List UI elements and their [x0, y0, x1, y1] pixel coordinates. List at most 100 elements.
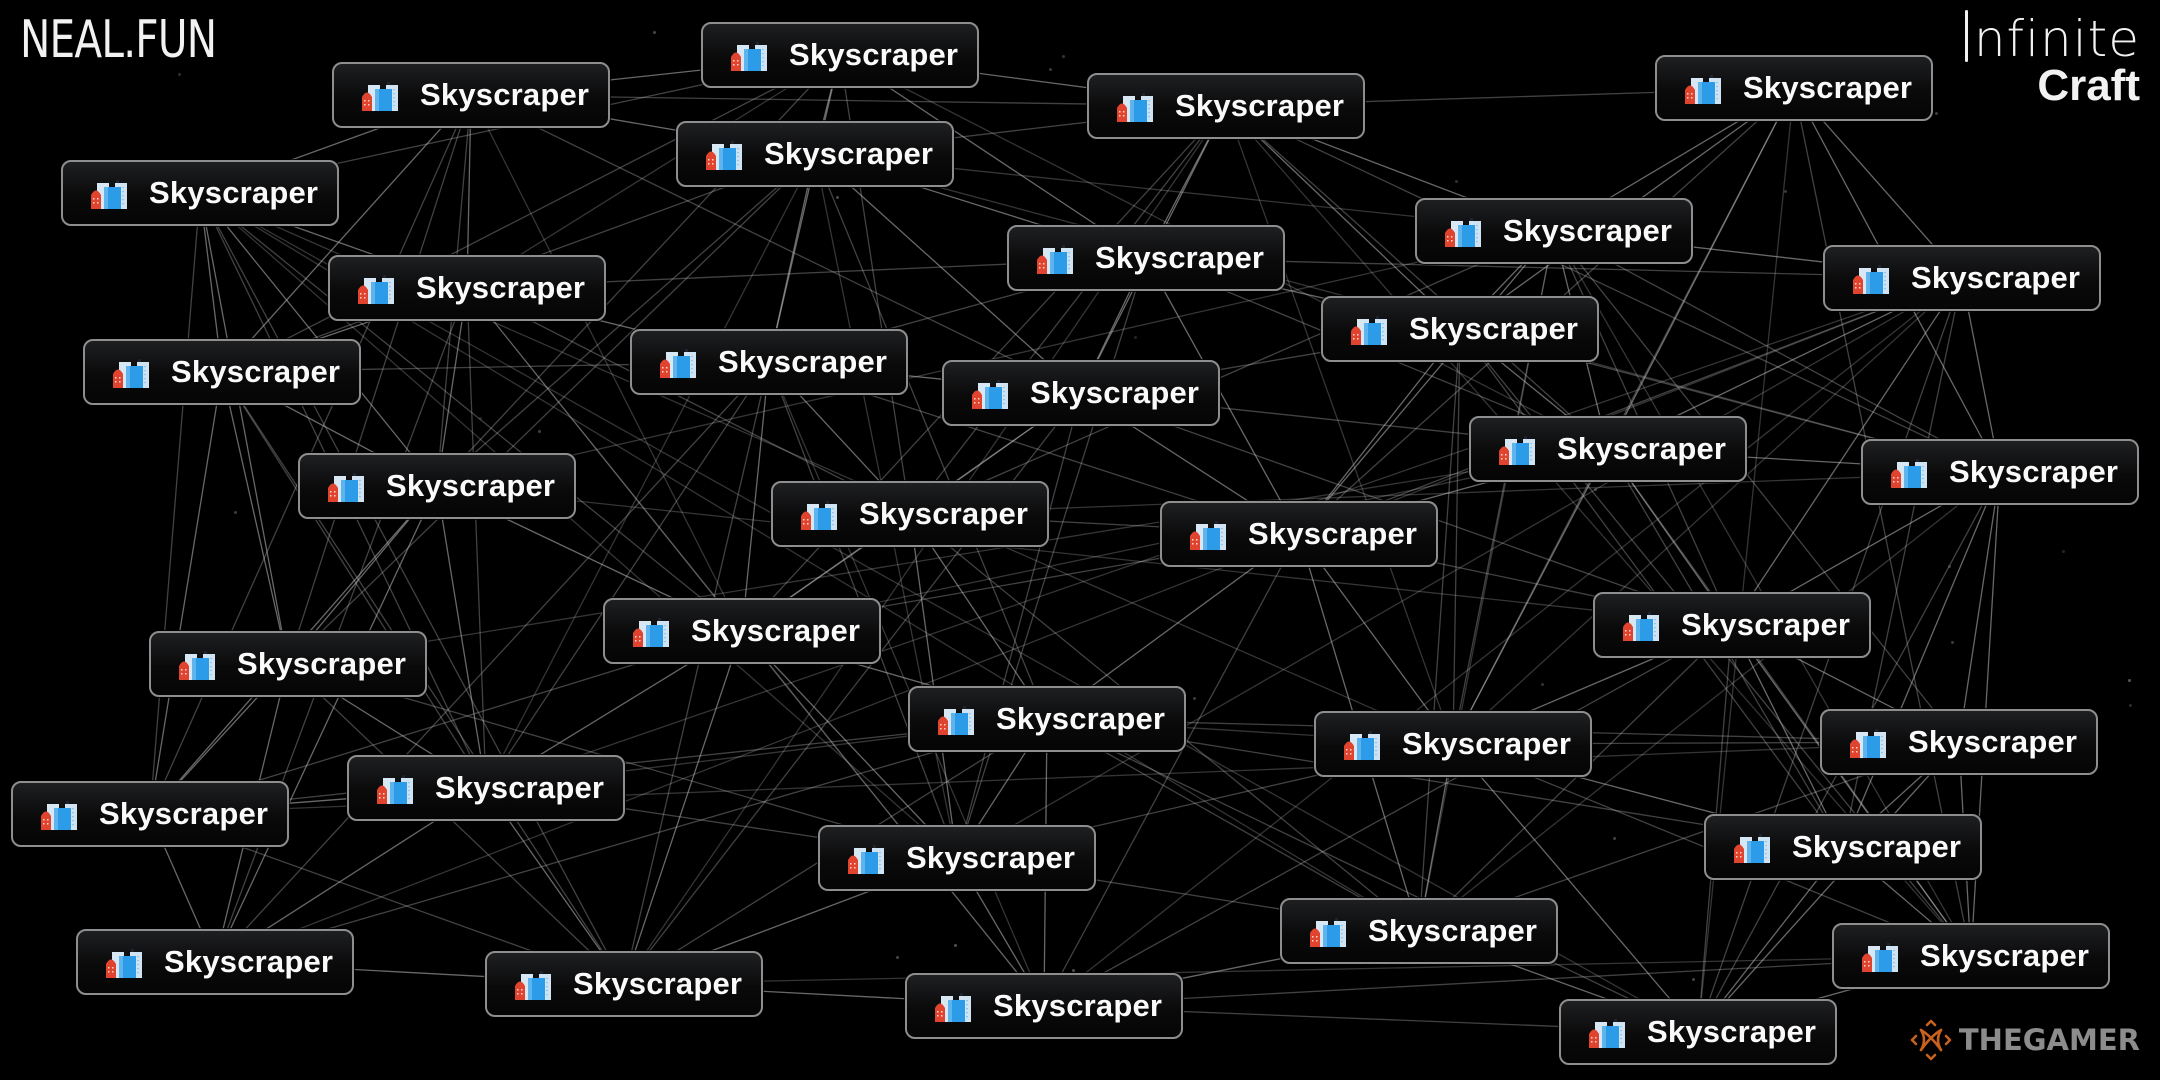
- element-node-skyscraper[interactable]: Skyscraper: [942, 360, 1220, 426]
- thegamer-logo-icon: [1910, 1019, 1952, 1061]
- element-label: Skyscraper: [1792, 829, 1962, 864]
- background-star: [1049, 68, 1052, 71]
- background-star: [1134, 336, 1137, 339]
- connection-line: [436, 485, 487, 789]
- element-label: Skyscraper: [1030, 375, 1200, 410]
- element-node-skyscraper[interactable]: Skyscraper: [347, 755, 625, 821]
- background-star: [2128, 679, 2131, 682]
- element-node-skyscraper[interactable]: Skyscraper: [485, 951, 763, 1017]
- skyscraper-icon: [1623, 612, 1659, 641]
- element-label: Skyscraper: [171, 354, 341, 389]
- element-node-skyscraper[interactable]: Skyscraper: [1823, 245, 2101, 311]
- connection-line: [149, 192, 201, 815]
- background-star: [1948, 565, 1951, 568]
- skyscraper-icon: [1853, 265, 1889, 294]
- background-star: [234, 511, 237, 514]
- element-node-skyscraper[interactable]: Skyscraper: [905, 973, 1183, 1039]
- element-label: Skyscraper: [1920, 938, 2090, 973]
- skyscraper-icon: [801, 501, 837, 530]
- element-node-skyscraper[interactable]: Skyscraper: [328, 255, 606, 321]
- element-node-skyscraper[interactable]: Skyscraper: [76, 929, 354, 995]
- neal-fun-logo[interactable]: NEAL.FUN: [20, 10, 217, 70]
- skyscraper-icon: [1117, 93, 1153, 122]
- element-node-skyscraper[interactable]: Skyscraper: [1415, 198, 1693, 264]
- skyscraper-icon: [706, 141, 742, 170]
- connection-line: [1452, 448, 1609, 745]
- background-star: [1784, 190, 1787, 193]
- background-star: [178, 73, 181, 76]
- element-node-skyscraper[interactable]: Skyscraper: [1160, 501, 1438, 567]
- connection-line: [1958, 471, 2001, 743]
- background-star: [1935, 112, 1938, 115]
- skyscraper-icon: [179, 651, 215, 680]
- element-node-skyscraper[interactable]: Skyscraper: [298, 453, 576, 519]
- element-node-skyscraper[interactable]: Skyscraper: [1314, 711, 1592, 777]
- connection-line: [221, 371, 289, 665]
- craft-canvas[interactable]: Skyscraper Skyscraper Skyscraper Skyscra…: [0, 0, 2160, 1080]
- skyscraper-icon: [1351, 316, 1387, 345]
- infinite-craft-logo: nfinite Craft: [1964, 10, 2140, 110]
- element-node-skyscraper[interactable]: Skyscraper: [818, 825, 1096, 891]
- skyscraper-icon: [972, 380, 1008, 409]
- skyscraper-icon: [515, 971, 551, 1000]
- element-node-skyscraper[interactable]: Skyscraper: [83, 339, 361, 405]
- connection-line: [956, 392, 1082, 859]
- skyscraper-icon: [113, 359, 149, 388]
- skyscraper-icon: [1734, 834, 1770, 863]
- element-node-skyscraper[interactable]: Skyscraper: [1087, 73, 1365, 139]
- skyscraper-icon: [938, 706, 974, 735]
- element-label: Skyscraper: [906, 840, 1076, 875]
- element-node-skyscraper[interactable]: Skyscraper: [908, 686, 1186, 752]
- skyscraper-icon: [1862, 943, 1898, 972]
- skyscraper-icon: [106, 949, 142, 978]
- element-node-skyscraper[interactable]: Skyscraper: [1655, 55, 1933, 121]
- element-label: Skyscraper: [435, 770, 605, 805]
- skyscraper-icon: [1190, 521, 1226, 550]
- connection-line: [1842, 471, 2001, 848]
- element-label: Skyscraper: [1911, 260, 2081, 295]
- element-node-skyscraper[interactable]: Skyscraper: [1593, 592, 1871, 658]
- element-label: Skyscraper: [416, 270, 586, 305]
- skyscraper-icon: [848, 845, 884, 874]
- logo-cursor-bar: [1964, 10, 1968, 62]
- element-label: Skyscraper: [718, 344, 888, 379]
- element-node-skyscraper[interactable]: Skyscraper: [1820, 709, 2098, 775]
- background-star: [653, 31, 656, 34]
- connection-line: [1452, 743, 1699, 1033]
- element-node-skyscraper[interactable]: Skyscraper: [1007, 225, 1285, 291]
- skyscraper-icon: [633, 618, 669, 647]
- skyscraper-icon: [1310, 918, 1346, 947]
- logo-text-craft: Craft: [2037, 61, 2140, 110]
- connection-line: [741, 361, 770, 632]
- element-node-skyscraper[interactable]: Skyscraper: [1832, 923, 2110, 989]
- element-label: Skyscraper: [1402, 726, 1572, 761]
- element-node-skyscraper[interactable]: Skyscraper: [630, 329, 908, 395]
- element-node-skyscraper[interactable]: Skyscraper: [1321, 296, 1599, 362]
- element-label: Skyscraper: [237, 646, 407, 681]
- skyscraper-icon: [1891, 459, 1927, 488]
- element-node-skyscraper[interactable]: Skyscraper: [1861, 439, 2139, 505]
- element-node-skyscraper[interactable]: Skyscraper: [701, 22, 979, 88]
- element-node-skyscraper[interactable]: Skyscraper: [603, 598, 881, 664]
- connection-line: [956, 257, 1147, 859]
- background-star: [896, 956, 899, 959]
- element-node-skyscraper[interactable]: Skyscraper: [1280, 898, 1558, 964]
- logo-text-infinite: nfinite: [1973, 10, 2140, 68]
- element-node-skyscraper[interactable]: Skyscraper: [1704, 814, 1982, 880]
- element-node-skyscraper[interactable]: Skyscraper: [149, 631, 427, 697]
- element-label: Skyscraper: [859, 496, 1029, 531]
- element-node-skyscraper[interactable]: Skyscraper: [1469, 416, 1747, 482]
- background-star: [836, 196, 839, 199]
- background-star: [1613, 837, 1616, 840]
- element-node-skyscraper[interactable]: Skyscraper: [11, 781, 289, 847]
- element-node-skyscraper[interactable]: Skyscraper: [676, 121, 954, 187]
- element-node-skyscraper[interactable]: Skyscraper: [1559, 999, 1837, 1065]
- element-label: Skyscraper: [1175, 88, 1345, 123]
- element-node-skyscraper[interactable]: Skyscraper: [332, 62, 610, 128]
- background-star: [1062, 55, 1065, 58]
- skyscraper-icon: [362, 82, 398, 111]
- skyscraper-icon: [1850, 729, 1886, 758]
- element-node-skyscraper[interactable]: Skyscraper: [61, 160, 339, 226]
- element-node-skyscraper[interactable]: Skyscraper: [771, 481, 1049, 547]
- background-star: [1072, 969, 1075, 972]
